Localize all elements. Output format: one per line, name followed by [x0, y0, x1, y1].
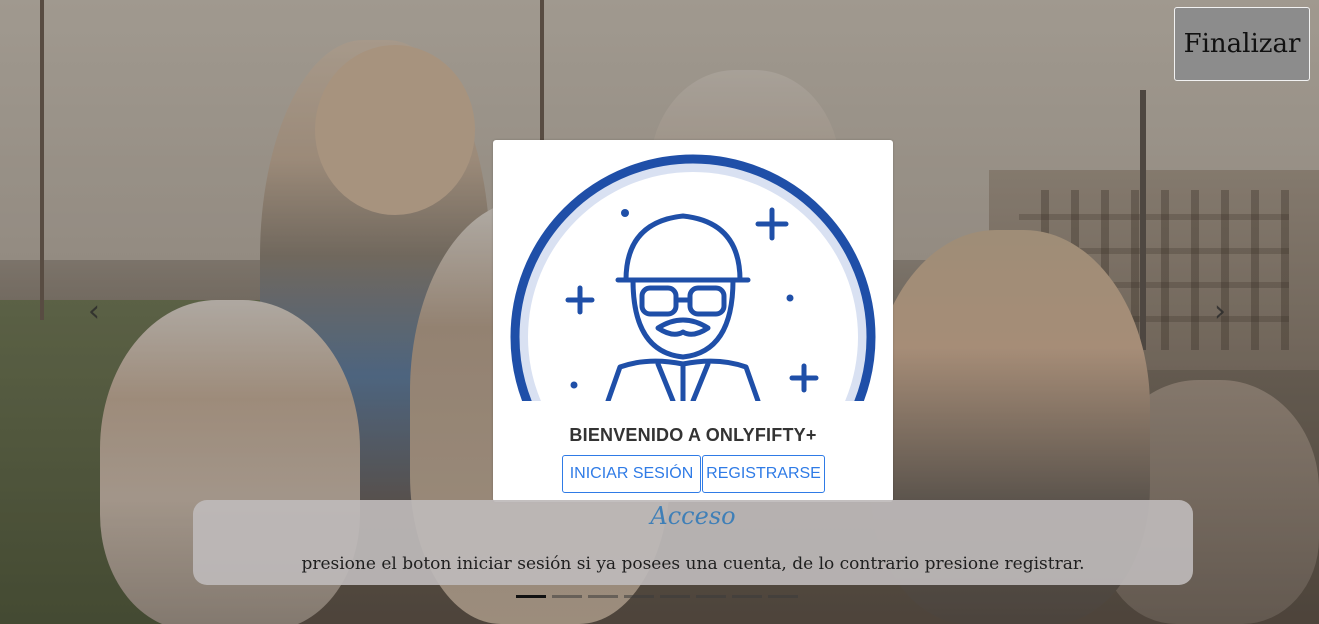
chevron-right-icon: › — [1214, 294, 1226, 329]
carousel-indicator[interactable] — [768, 595, 798, 598]
chevron-left-icon: ‹ — [88, 294, 100, 329]
carousel-indicator[interactable] — [552, 595, 582, 598]
register-button[interactable]: REGISTRARSE — [702, 455, 825, 493]
carousel-next-button[interactable]: › — [1206, 297, 1234, 327]
carousel-indicator[interactable] — [516, 595, 546, 598]
carousel-indicator[interactable] — [696, 595, 726, 598]
carousel-indicator[interactable] — [624, 595, 654, 598]
welcome-title: BIENVENIDO A ONLYFIFTY+ — [569, 425, 817, 445]
carousel-indicators — [516, 595, 798, 598]
carousel-indicator[interactable] — [660, 595, 690, 598]
carousel-indicator[interactable] — [732, 595, 762, 598]
carousel-indicator[interactable] — [588, 595, 618, 598]
login-button[interactable]: INICIAR SESIÓN — [562, 455, 701, 493]
carousel-prev-button[interactable]: ‹ — [80, 297, 108, 327]
caption-title: Acceso — [650, 502, 736, 530]
carousel-caption: Acceso presione el boton iniciar sesión … — [193, 500, 1193, 585]
finalize-button[interactable]: Finalizar — [1174, 7, 1310, 81]
elderly-man-avatar-icon — [508, 152, 878, 401]
caption-text: presione el boton iniciar sesión si ya p… — [301, 554, 1085, 574]
welcome-card: BIENVENIDO A ONLYFIFTY+ INICIAR SESIÓN R… — [493, 140, 893, 502]
